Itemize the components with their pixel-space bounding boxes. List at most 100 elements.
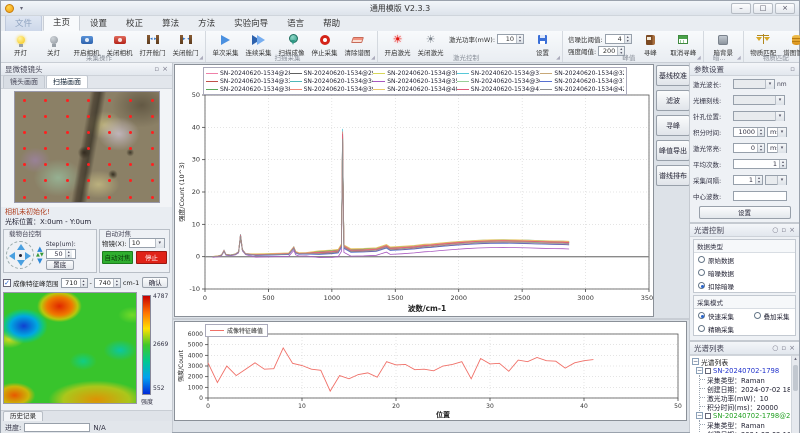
acquire-interval-spinner[interactable]: 1▴▾: [733, 175, 763, 185]
tree-scrollbar[interactable]: ▴ ▾: [791, 356, 799, 433]
grating-combo[interactable]: ▾: [733, 95, 785, 105]
radio-icon[interactable]: [754, 312, 761, 319]
tab-home[interactable]: 主页: [43, 14, 80, 31]
radio-icon[interactable]: [698, 269, 705, 276]
expand-icon[interactable]: −: [692, 358, 699, 365]
spinner-arrows-icon[interactable]: ▴▾: [65, 250, 72, 258]
group-launcher-icon[interactable]: ◢: [199, 55, 203, 61]
snr-threshold-spinner[interactable]: 4▴▾: [605, 34, 632, 44]
spinner-arrows-icon[interactable]: ▴▾: [80, 279, 87, 287]
group-launcher-icon[interactable]: ◢: [697, 55, 701, 61]
arrow-left-icon[interactable]: [9, 252, 15, 260]
focus-stop-button[interactable]: 停止: [136, 251, 167, 264]
acquire-mode-option[interactable]: 精确采集: [694, 322, 750, 335]
filter-button[interactable]: 滤波: [656, 90, 690, 111]
params-apply-button[interactable]: 设置: [699, 206, 791, 219]
laser-on-time-spinner[interactable]: 0▴▾: [733, 143, 765, 153]
spinner-arrows-icon[interactable]: ▴▾: [757, 144, 764, 152]
tree-item[interactable]: −SN-20240702-1798: [696, 366, 790, 375]
laser-power-spinner[interactable]: 10▴▾: [497, 34, 524, 44]
spinner-arrows-icon[interactable]: ▴▾: [113, 279, 120, 287]
baseline-calibrate-button[interactable]: 基线校准: [656, 65, 690, 86]
expand-icon[interactable]: −: [696, 367, 703, 374]
minimize-button[interactable]: –: [731, 3, 751, 14]
spectra-plot[interactable]: 0500100015002000250030003500-10010203040…: [175, 65, 653, 316]
acquire-mode-option[interactable]: 快速采集: [694, 309, 750, 322]
arrow-right-icon[interactable]: [25, 252, 31, 260]
laser-on-unit-combo[interactable]: ms▾: [767, 143, 787, 153]
tab-method[interactable]: 方法: [189, 16, 224, 31]
tab-language[interactable]: 语言: [278, 16, 313, 31]
range-max-spinner[interactable]: 740▴▾: [94, 278, 121, 288]
radio-icon[interactable]: [698, 282, 705, 289]
tab-wizard[interactable]: 实验向导: [225, 16, 277, 31]
z-down-icon[interactable]: ▼: [37, 258, 42, 265]
arrow-down-icon[interactable]: [17, 260, 25, 266]
group-launcher-icon[interactable]: ◢: [737, 55, 741, 61]
spinner-arrows-icon[interactable]: ▴▾: [624, 35, 631, 43]
tab-lens-view[interactable]: 镜头画面: [3, 75, 45, 88]
tree-item[interactable]: −SN-20240702-1798@2: [696, 411, 790, 420]
integration-time-spinner[interactable]: 1000▴▾: [733, 127, 765, 137]
radio-icon[interactable]: [698, 325, 705, 332]
position-chart[interactable]: 成像特征峰值 010203040500100020003000400050006…: [174, 321, 687, 421]
tab-calibration[interactable]: 校正: [117, 16, 152, 31]
stage-bottom-button[interactable]: 置底: [46, 260, 74, 270]
radio-icon[interactable]: [698, 256, 705, 263]
laser-wavelength-combo[interactable]: ▾: [733, 79, 775, 89]
spinner-arrows-icon[interactable]: ▴▾: [755, 176, 762, 184]
group-launcher-icon[interactable]: ◢: [556, 55, 560, 61]
tab-algorithm[interactable]: 算法: [153, 16, 188, 31]
item-checkbox[interactable]: [705, 413, 711, 419]
objective-combo[interactable]: 10▾: [129, 238, 165, 248]
tab-settings[interactable]: 设置: [81, 16, 116, 31]
imaging-heatmap[interactable]: [3, 292, 137, 404]
history-tab[interactable]: 历史记录: [3, 411, 43, 421]
restore-button[interactable]: □: [753, 3, 773, 14]
range-checkbox[interactable]: ✓: [3, 279, 11, 287]
data-type-option[interactable]: 扣除暗噪: [694, 279, 795, 292]
autofocus-button[interactable]: 自动对焦: [102, 251, 133, 264]
tab-file[interactable]: 文件: [5, 15, 42, 31]
microscope-image[interactable]: [14, 91, 160, 203]
tab-help[interactable]: 帮助: [314, 16, 349, 31]
tab-scan-view[interactable]: 扫描画面: [46, 75, 88, 88]
range-min-spinner[interactable]: 710▴▾: [61, 278, 88, 288]
spectra-chart[interactable]: SN-20240620-1534@28SN-20240620-1534@29SN…: [174, 64, 654, 317]
radio-icon[interactable]: [698, 312, 705, 319]
refresh-icon[interactable]: ○: [772, 226, 778, 234]
interval-unit-combo[interactable]: ▾: [765, 175, 787, 185]
close-icon[interactable]: ×: [789, 226, 795, 234]
tree-root[interactable]: −光谱列表: [692, 357, 790, 366]
pin-icon[interactable]: ▫: [790, 65, 795, 73]
refresh-icon[interactable]: ○: [772, 344, 778, 352]
chart-splitter[interactable]: [173, 318, 691, 320]
close-icon[interactable]: ×: [162, 65, 168, 73]
scroll-thumb[interactable]: [793, 365, 798, 391]
average-count-spinner[interactable]: 1▴▾: [733, 159, 787, 169]
close-icon[interactable]: ×: [789, 344, 795, 352]
find-peak-button[interactable]: 寻峰: [656, 115, 690, 136]
step-spinner[interactable]: 50▴▾: [46, 249, 76, 259]
spectra-arrange-button[interactable]: 谱线排布: [656, 165, 690, 186]
spinner-arrows-icon[interactable]: ▴▾: [516, 35, 523, 43]
close-button[interactable]: ×: [775, 3, 795, 14]
peak-export-button[interactable]: 峰值导出: [656, 140, 690, 161]
pin-icon[interactable]: ▫: [154, 65, 159, 73]
group-launcher-icon[interactable]: ◢: [371, 55, 375, 61]
pin-icon[interactable]: ▫: [781, 344, 786, 352]
center-wavenumber-input[interactable]: [733, 191, 787, 201]
data-type-option[interactable]: 原始数据: [694, 253, 795, 266]
arrow-up-icon[interactable]: [17, 244, 25, 250]
pinhole-combo[interactable]: ▾: [733, 111, 785, 121]
data-type-option[interactable]: 暗噪数据: [694, 266, 795, 279]
integration-unit-combo[interactable]: ms▾: [767, 127, 787, 137]
stage-dpad[interactable]: [6, 241, 34, 269]
acquire-mode-option[interactable]: 叠加采集: [750, 309, 795, 322]
spinner-arrows-icon[interactable]: ▴▾: [757, 128, 764, 136]
spinner-arrows-icon[interactable]: ▴▾: [779, 160, 786, 168]
scroll-up-icon[interactable]: ▴: [792, 356, 799, 362]
expand-icon[interactable]: −: [696, 412, 703, 419]
pin-icon[interactable]: ▫: [781, 226, 786, 234]
item-checkbox[interactable]: [705, 368, 711, 374]
